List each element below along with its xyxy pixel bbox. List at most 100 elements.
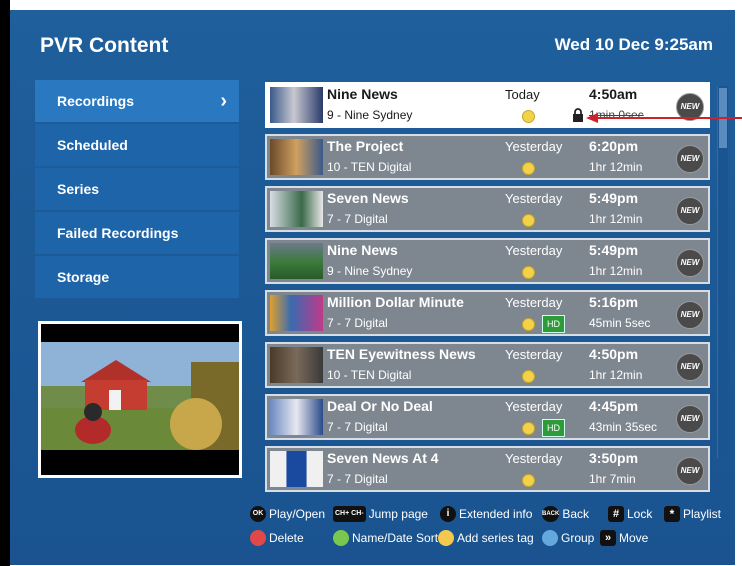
menu-item-label: Series: [57, 181, 100, 197]
thumbnail: [270, 243, 323, 279]
new-badge-icon: NEW: [676, 405, 704, 433]
recording-title: Seven News: [327, 190, 409, 206]
channel-key-icon: CH+ CH-: [333, 506, 366, 522]
recording-channel: 9 - Nine Sydney: [327, 108, 413, 122]
legend-lock: # Lock: [608, 506, 652, 522]
preview-image: [41, 324, 239, 475]
series-coin-icon: [522, 266, 535, 279]
hd-icon: HD: [542, 419, 565, 437]
series-coin-icon: [522, 110, 535, 123]
recording-duration: 1hr 12min: [589, 264, 643, 278]
recording-row[interactable]: Nine News 9 - Nine Sydney Yesterday 5:49…: [265, 238, 710, 284]
recording-day: Yesterday: [505, 347, 563, 362]
list-scrollbar[interactable]: [717, 86, 728, 458]
legend-move: » Move: [600, 530, 648, 546]
recording-channel: 7 - 7 Digital: [327, 212, 388, 226]
menu-item-label: Storage: [57, 269, 110, 285]
info-key-icon: i: [440, 506, 456, 522]
legend-label: Back: [562, 507, 590, 521]
legend-series: Add series tag: [438, 530, 534, 546]
recording-time: 5:16pm: [589, 294, 639, 310]
lock-icon: [573, 108, 583, 122]
legend-label: Playlist: [683, 507, 722, 521]
recording-day: Yesterday: [505, 295, 563, 310]
recording-time: 3:50pm: [589, 450, 639, 466]
legend-play: OK Play/Open: [250, 506, 325, 522]
recording-channel: 7 - 7 Digital: [327, 420, 388, 434]
recording-title: Nine News: [327, 242, 398, 258]
recording-title: Nine News: [327, 86, 398, 102]
recording-time: 4:50am: [589, 86, 638, 102]
star-key-icon: *: [664, 506, 680, 522]
new-badge-icon: NEW: [676, 249, 704, 277]
legend-back: BACK Back: [542, 506, 589, 522]
recording-channel: 9 - Nine Sydney: [327, 264, 413, 278]
legend-label: Jump page: [368, 507, 428, 521]
new-badge-icon: NEW: [676, 457, 704, 485]
recording-title: Million Dollar Minute: [327, 294, 464, 310]
recording-row[interactable]: Deal Or No Deal 7 - 7 Digital Yesterday …: [265, 394, 710, 440]
thumbnail: [270, 191, 323, 227]
recording-duration: 1hr 12min: [589, 368, 643, 382]
menu-item-scheduled[interactable]: Scheduled: [35, 124, 239, 166]
screen-bezel: [0, 0, 10, 566]
recording-duration: 45min 5sec: [589, 316, 651, 330]
recording-time: 6:20pm: [589, 138, 639, 154]
thumbnail: [270, 295, 323, 331]
recording-row[interactable]: Seven News 7 - 7 Digital Yesterday 5:49p…: [265, 186, 710, 232]
video-preview: [38, 321, 242, 478]
back-key-icon: BACK: [542, 506, 560, 522]
thumbnail: [270, 87, 323, 123]
recording-time: 4:45pm: [589, 398, 639, 414]
legend-label: Delete: [269, 531, 304, 545]
legend-delete: Delete: [250, 530, 304, 546]
legend-jump: CH+ CH- Jump page: [333, 506, 428, 522]
recording-title: TEN Eyewitness News: [327, 346, 476, 362]
recording-title: Seven News At 4: [327, 450, 439, 466]
recording-row[interactable]: TEN Eyewitness News 10 - TEN Digital Yes…: [265, 342, 710, 388]
page-title: PVR Content: [40, 34, 169, 57]
series-coin-icon: [522, 162, 535, 175]
annotation-arrow-icon: [586, 113, 742, 123]
thumbnail: [270, 347, 323, 383]
menu-item-storage[interactable]: Storage: [35, 256, 239, 298]
thumbnail: [270, 451, 323, 487]
new-badge-icon: NEW: [676, 353, 704, 381]
legend-label: Add series tag: [457, 531, 534, 545]
recording-row[interactable]: The Project 10 - TEN Digital Yesterday 6…: [265, 134, 710, 180]
menu-item-failed-recordings[interactable]: Failed Recordings: [35, 212, 239, 254]
new-badge-icon: NEW: [676, 197, 704, 225]
legend-label: Extended info: [459, 507, 533, 521]
series-coin-icon: [522, 422, 535, 435]
recording-time: 5:49pm: [589, 242, 639, 258]
recording-row[interactable]: Million Dollar Minute 7 - 7 Digital Yest…: [265, 290, 710, 336]
date-time: Wed 10 Dec 9:25am: [554, 35, 713, 54]
recording-row[interactable]: Seven News At 4 7 - 7 Digital Yesterday …: [265, 446, 710, 492]
new-badge-icon: NEW: [676, 145, 704, 173]
new-badge-icon: NEW: [676, 301, 704, 329]
green-key-icon: [333, 530, 349, 546]
menu-item-series[interactable]: Series: [35, 168, 239, 210]
menu-item-recordings[interactable]: Recordings ›: [35, 80, 239, 122]
recording-title: The Project: [327, 138, 404, 154]
pvr-screen: PVR Content Wed 10 Dec 9:25am Recordings…: [10, 10, 735, 565]
chevron-right-icon: ›: [220, 90, 227, 112]
recording-duration: 1hr 12min: [589, 212, 643, 226]
fast-forward-key-icon: »: [600, 530, 616, 546]
legend-sort: Name/Date Sort: [333, 530, 438, 546]
legend-label: Name/Date Sort: [352, 531, 439, 545]
series-coin-icon: [522, 318, 535, 331]
recording-day: Today: [505, 87, 540, 102]
hash-key-icon: #: [608, 506, 624, 522]
thumbnail: [270, 399, 323, 435]
series-coin-icon: [522, 474, 535, 487]
menu-item-label: Recordings: [57, 93, 135, 109]
ok-key-icon: OK: [250, 506, 266, 522]
legend-label: Group: [561, 531, 595, 545]
recording-time: 4:50pm: [589, 346, 639, 362]
recording-duration: 1hr 12min: [589, 160, 643, 174]
menu-item-label: Scheduled: [57, 137, 128, 153]
recording-channel: 7 - 7 Digital: [327, 472, 388, 486]
recording-channel: 10 - TEN Digital: [327, 368, 412, 382]
recording-title: Deal Or No Deal: [327, 398, 433, 414]
